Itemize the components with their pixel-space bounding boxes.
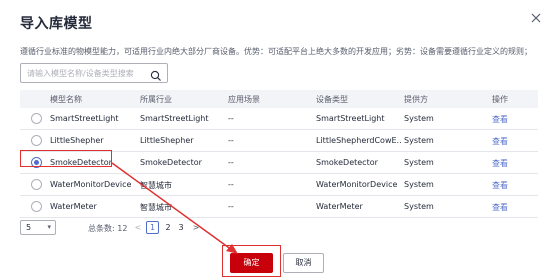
page-size-select[interactable]: 5 ▾ bbox=[20, 220, 56, 235]
cell-model-name: SmartStreetLight bbox=[50, 114, 119, 123]
confirm-highlight-box bbox=[222, 245, 281, 277]
dialog-title: 导入库模型 bbox=[20, 16, 93, 32]
selection-highlight-box bbox=[20, 150, 112, 167]
cell-provider: System bbox=[404, 158, 434, 167]
cell-industry: LittleShepher bbox=[140, 136, 194, 145]
prev-page-button[interactable]: < bbox=[134, 221, 142, 234]
page-size-value: 5 bbox=[26, 223, 32, 232]
cell-model-name: WaterMeter bbox=[50, 202, 97, 211]
cell-industry: 智慧城市 bbox=[140, 181, 172, 190]
row-radio[interactable] bbox=[31, 113, 42, 124]
cancel-button[interactable]: 取消 bbox=[283, 253, 324, 273]
view-link[interactable]: 查看 bbox=[492, 114, 532, 125]
cell-scene: -- bbox=[228, 202, 234, 211]
cell-scene: -- bbox=[228, 114, 234, 123]
dialog-description: 遵循行业标准的物模型能力，可适用行业内绝大部分厂商设备。优势：可适配平台上绝大多… bbox=[20, 47, 532, 56]
column-header-action: 操作 bbox=[492, 95, 508, 104]
next-page-button[interactable]: > bbox=[191, 221, 201, 234]
page-button[interactable]: 3 bbox=[175, 221, 187, 234]
cell-provider: System bbox=[404, 114, 434, 123]
row-radio[interactable] bbox=[31, 179, 42, 190]
cell-industry: SmokeDetector bbox=[140, 158, 202, 167]
column-header-device-type: 设备类型 bbox=[316, 95, 348, 104]
cell-scene: -- bbox=[228, 180, 234, 189]
column-header-name: 模型名称 bbox=[50, 95, 82, 104]
row-radio[interactable] bbox=[31, 135, 42, 146]
cell-device-type: WaterMeter bbox=[316, 202, 363, 211]
table-row[interactable]: WaterMeter 智慧城市 -- WaterMeter System 查看 bbox=[20, 196, 538, 218]
chevron-down-icon: ▾ bbox=[47, 223, 51, 231]
cell-scene: -- bbox=[228, 136, 234, 145]
search-icon[interactable] bbox=[150, 67, 162, 81]
cell-device-type: SmokeDetector bbox=[316, 158, 378, 167]
page-button-current[interactable]: 1 bbox=[146, 221, 159, 234]
view-link[interactable]: 查看 bbox=[492, 180, 532, 191]
import-model-dialog: 导入库模型 遵循行业标准的物模型能力，可适用行业内绝大部分厂商设备。优势：可适配… bbox=[0, 0, 554, 279]
view-link[interactable]: 查看 bbox=[492, 136, 532, 147]
cell-device-type: LittleShepherdCowE... bbox=[316, 136, 402, 145]
cell-provider: System bbox=[404, 202, 434, 211]
search-input[interactable] bbox=[27, 66, 145, 80]
close-icon[interactable] bbox=[530, 12, 542, 24]
page-button[interactable]: 2 bbox=[162, 221, 174, 234]
cell-device-type: WaterMonitorDevice bbox=[316, 180, 398, 189]
cell-provider: System bbox=[404, 180, 434, 189]
row-radio[interactable] bbox=[31, 201, 42, 212]
pagination: 5 ▾ 总条数: 12 < 1 2 3 > bbox=[20, 219, 320, 237]
table-row[interactable]: SmartStreetLight SmartStreetLight -- Sma… bbox=[20, 108, 538, 130]
table-row[interactable]: WaterMonitorDevice 智慧城市 -- WaterMonitorD… bbox=[20, 174, 538, 196]
cell-scene: -- bbox=[228, 158, 234, 167]
search-box bbox=[20, 63, 168, 83]
cell-provider: System bbox=[404, 136, 434, 145]
column-header-provider: 提供方 bbox=[404, 95, 428, 104]
cell-device-type: SmartStreetLight bbox=[316, 114, 385, 123]
view-link[interactable]: 查看 bbox=[492, 158, 532, 169]
column-header-scene: 应用场景 bbox=[228, 95, 260, 104]
table-row[interactable]: LittleShepher LittleShepher -- LittleShe… bbox=[20, 130, 538, 152]
cell-industry: 智慧城市 bbox=[140, 203, 172, 212]
cell-model-name: LittleShepher bbox=[50, 136, 104, 145]
cell-industry: SmartStreetLight bbox=[140, 114, 209, 123]
column-header-industry: 所属行业 bbox=[140, 95, 172, 104]
cell-model-name: WaterMonitorDevice bbox=[50, 180, 132, 189]
total-count: 总条数: 12 bbox=[88, 224, 128, 233]
table-header: 模型名称 所属行业 应用场景 设备类型 提供方 操作 bbox=[20, 90, 538, 108]
view-link[interactable]: 查看 bbox=[492, 202, 532, 213]
